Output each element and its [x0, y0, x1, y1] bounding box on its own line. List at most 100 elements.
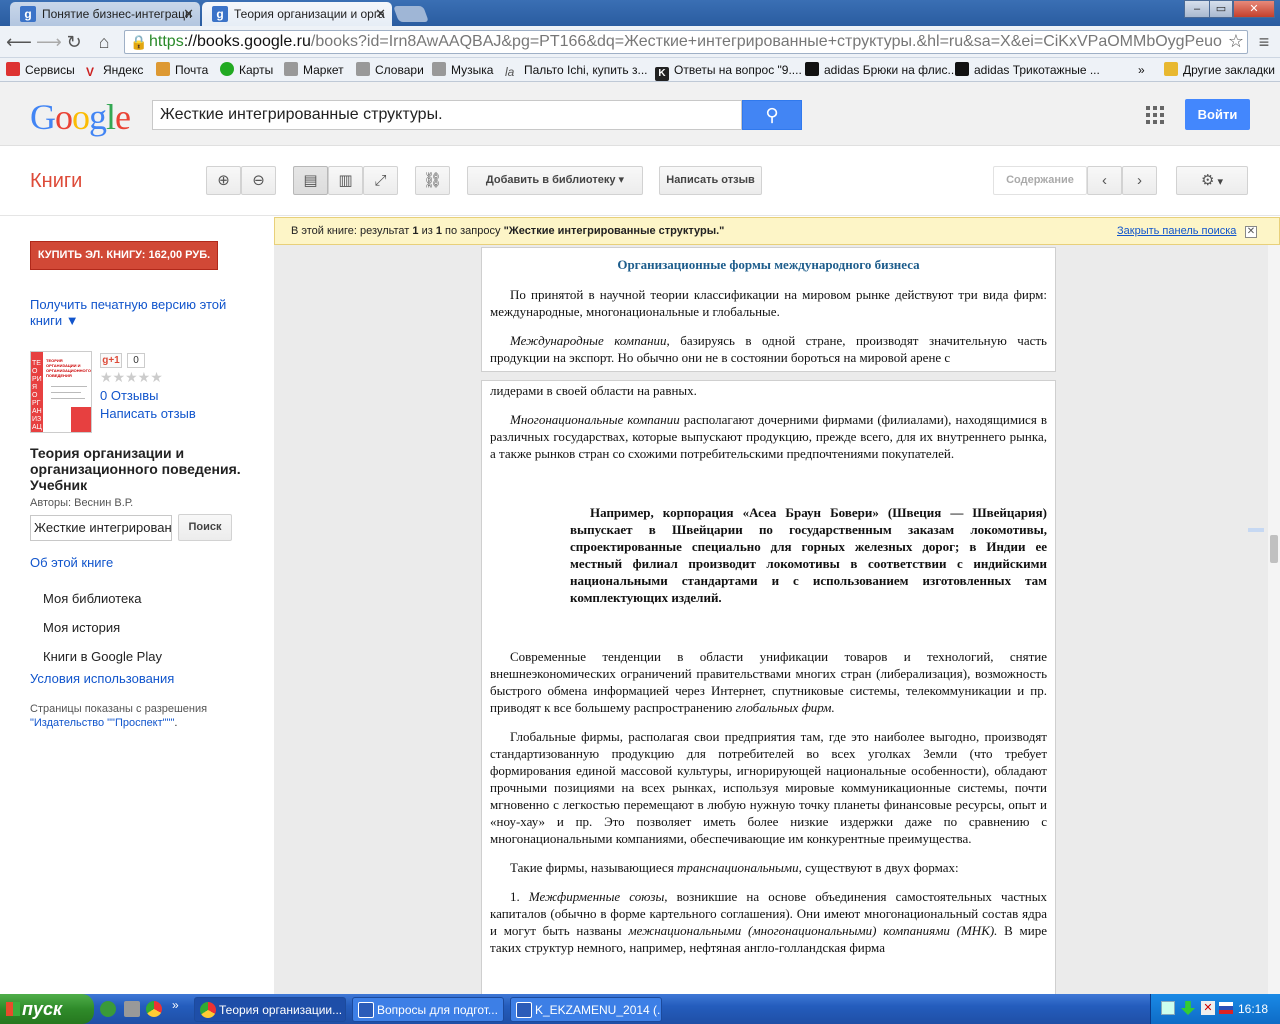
search-button[interactable]: ⚲ — [742, 100, 802, 130]
adidas-icon — [955, 62, 969, 76]
close-icon[interactable]: ✕ — [1245, 226, 1257, 238]
bookmark-lamoda[interactable]: la Пальто Ichi, купить з... — [505, 62, 648, 79]
reviews-link[interactable]: 0 Отзывы — [100, 388, 158, 403]
books-section-title[interactable]: Книги — [30, 170, 82, 193]
zoom-out-button[interactable]: ⊖ — [241, 166, 276, 195]
bookmark-star-icon[interactable]: ☆ — [1226, 31, 1246, 51]
write-review-button[interactable]: Написать отзыв — [659, 166, 762, 195]
next-page-button[interactable]: › — [1122, 166, 1157, 195]
forward-arrow-icon[interactable]: ⟶ — [36, 32, 62, 52]
my-history-link[interactable]: Моя история — [43, 620, 120, 635]
lamoda-icon: la — [505, 65, 515, 79]
bookmark-dictionary[interactable]: Словари — [356, 62, 424, 78]
answers-icon: K — [655, 67, 669, 81]
bookmark-market[interactable]: Маркет — [284, 62, 344, 78]
maximize-button[interactable]: ▭ — [1209, 0, 1233, 18]
write-review-link[interactable]: Написать отзыв — [100, 406, 196, 421]
previous-page-button[interactable]: ‹ — [1087, 166, 1122, 195]
back-arrow-icon[interactable]: ⟵ — [6, 32, 32, 52]
single-page-icon: ▤ — [303, 172, 318, 189]
book-page-2: лидерами в своей области на равных. Мног… — [481, 380, 1056, 994]
bookmark-maps[interactable]: Карты — [220, 62, 273, 78]
network-icon[interactable] — [1161, 1001, 1175, 1015]
terms-link[interactable]: Условия использования — [30, 671, 174, 686]
new-tab-button[interactable] — [393, 6, 429, 22]
single-page-view-button[interactable]: ▤ — [293, 166, 328, 195]
rating-stars[interactable]: ★★★★★ — [100, 369, 163, 386]
add-to-library-button[interactable]: Добавить в библиотеку ▾ — [467, 166, 643, 195]
apps-grid-icon[interactable] — [1146, 106, 1164, 124]
about-book-link[interactable]: Об этой книге — [30, 555, 113, 570]
browser-tab-1[interactable]: g Понятие бизнес-интеграци ✕ — [10, 2, 200, 26]
book-page-1: Организационные формы международного биз… — [481, 247, 1056, 372]
zoom-in-button[interactable]: ⊕ — [206, 166, 241, 195]
bookmark-adidas-1[interactable]: adidas Брюки на флис... — [805, 62, 957, 78]
download-icon[interactable] — [1181, 1001, 1195, 1015]
paragraph: 1. Межфирменные союзы, возникшие на осно… — [482, 888, 1055, 956]
bookmark-other-folder[interactable]: Другие закладки — [1164, 62, 1275, 78]
taskbar-item-chrome[interactable]: Теория организации... — [194, 997, 346, 1022]
browser-tab-2[interactable]: g Теория организации и орга ✕ — [202, 2, 392, 26]
contents-button[interactable]: Содержание — [993, 166, 1087, 195]
bookmarks-overflow-button[interactable]: » — [1138, 62, 1145, 78]
print-version-link[interactable]: Получить печатную версию этой — [30, 297, 226, 312]
emphasis: Многонациональные компании — [510, 412, 680, 427]
print-version-link-2[interactable]: книги ▼ — [30, 313, 79, 328]
two-page-view-button[interactable]: ▥ — [328, 166, 363, 195]
bookmark-label: Ответы на вопрос "9.... — [674, 63, 802, 77]
reload-icon[interactable]: ↻ — [64, 32, 84, 52]
buy-ebook-button[interactable]: КУПИТЬ ЭЛ. КНИГУ: 162,00 РУБ. — [30, 241, 218, 270]
close-tab-icon[interactable]: ✕ — [375, 2, 386, 26]
music-icon — [432, 62, 446, 76]
close-window-button[interactable]: ✕ — [1233, 0, 1275, 18]
search-hit-marker[interactable] — [1248, 528, 1264, 532]
taskbar-item-word-2[interactable]: K_EKZAMENU_2014 (... — [510, 997, 662, 1022]
quicklaunch-app-icon[interactable] — [124, 1001, 140, 1017]
utorrent-icon[interactable] — [100, 1001, 116, 1017]
bookmark-answers[interactable]: K Ответы на вопрос "9.... — [655, 62, 802, 81]
system-tray: ✕ 16:18 — [1150, 994, 1280, 1024]
emphasis: транснациональными, — [676, 860, 802, 875]
chevron-left-icon: ‹ — [1102, 172, 1107, 189]
language-flag-icon[interactable] — [1219, 1002, 1233, 1014]
chrome-menu-icon[interactable]: ≡ — [1254, 32, 1274, 52]
start-button[interactable]: пуск — [0, 994, 94, 1024]
in-book-search-input[interactable]: Жесткие интегрированн — [30, 515, 172, 541]
book-cover-image[interactable]: ТЕОРИЯ ОРГАНИЗАЦИИ ТЕОРИЯ ОРГАНИЗАЦИИ И … — [30, 351, 92, 433]
notice-text: из — [418, 225, 436, 237]
bookmark-services[interactable]: Сервисы — [6, 62, 75, 78]
chevron-right-icon: › — [1137, 172, 1142, 189]
apps-icon — [6, 62, 20, 76]
google-header: Google Жесткие интегрированные структуры… — [0, 82, 1280, 146]
minimize-button[interactable]: – — [1184, 0, 1210, 18]
link-button[interactable]: ⛓ — [415, 166, 450, 195]
close-tab-icon[interactable]: ✕ — [183, 2, 194, 26]
fullscreen-button[interactable]: ⤢ — [363, 166, 398, 195]
publisher-link[interactable]: "Издательство ""Проспект""" — [30, 717, 174, 729]
scrollbar-thumb[interactable] — [1270, 535, 1278, 563]
taskbar-item-word-1[interactable]: Вопросы для подгот... — [352, 997, 504, 1022]
google-play-books-link[interactable]: Книги в Google Play — [43, 649, 162, 664]
paragraph: Современные тенденции в области унификац… — [482, 648, 1055, 716]
google-favicon-icon: g — [212, 6, 228, 22]
address-bar[interactable]: 🔒 https://books.google.ru/books?id=Irn8Aw… — [124, 30, 1248, 54]
bookmark-yandex[interactable]: V Яндекс — [86, 62, 143, 79]
google-search-input[interactable]: Жесткие интегрированные структуры. — [152, 100, 742, 130]
bookmark-music[interactable]: Музыка — [432, 62, 493, 78]
my-library-link[interactable]: Моя библиотека — [43, 591, 141, 606]
bookmark-mail[interactable]: Почта — [156, 62, 208, 78]
sign-in-button[interactable]: Войти — [1185, 99, 1250, 130]
vertical-scrollbar[interactable] — [1268, 245, 1280, 994]
bookmark-adidas-2[interactable]: adidas Трикотажные ... — [955, 62, 1100, 78]
settings-button[interactable]: ⚙ ▾ — [1176, 166, 1248, 195]
alert-icon[interactable]: ✕ — [1201, 1001, 1215, 1015]
close-search-panel-link[interactable]: Закрыть панель поиска — [1117, 218, 1236, 244]
in-book-search-button[interactable]: Поиск — [178, 514, 232, 541]
two-page-icon: ▥ — [338, 172, 353, 189]
google-plus-one-button[interactable]: g+1 — [100, 353, 122, 368]
quicklaunch-overflow-icon[interactable]: » — [172, 998, 179, 1012]
home-icon[interactable]: ⌂ — [94, 32, 114, 52]
browser-tab-strip: g Понятие бизнес-интеграци ✕ g Теория ор… — [0, 0, 1280, 26]
google-logo[interactable]: Google — [30, 96, 131, 138]
chrome-icon[interactable] — [146, 1001, 162, 1017]
